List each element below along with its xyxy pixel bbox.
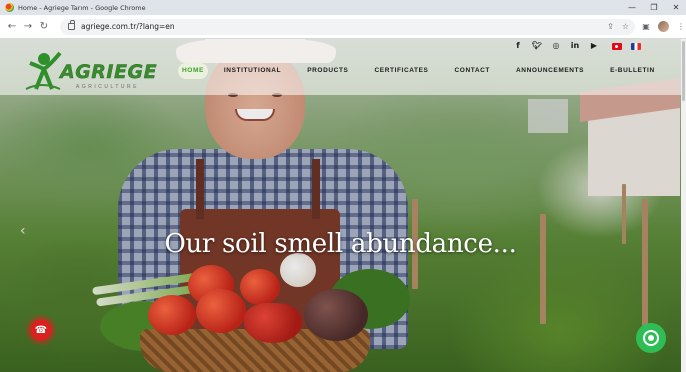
profile-avatar[interactable] xyxy=(658,21,669,32)
facebook-icon[interactable]: f xyxy=(513,41,523,51)
close-button[interactable]: ✕ xyxy=(670,2,682,13)
linkedin-icon[interactable]: in xyxy=(570,41,580,51)
nav-institutional[interactable]: INSTITUTIONAL xyxy=(224,63,281,79)
browser-titlebar: Home - Agriege Tarım - Google Chrome — ❐… xyxy=(0,0,686,15)
nav-products[interactable]: PRODUCTS xyxy=(307,63,348,79)
hero-caption: Our soil smell abundance... xyxy=(164,229,517,259)
browser-toolbar: ← → ↻ agriege.com.tr/?lang=en ⇪ ☆ ▣ ⋮ xyxy=(0,15,686,39)
share-icon[interactable]: ⇪ xyxy=(607,22,614,31)
nav-contact[interactable]: CONTACT xyxy=(455,63,491,79)
window-title: Home - Agriege Tarım - Google Chrome xyxy=(18,3,146,12)
menu-kebab-icon[interactable]: ⋮ xyxy=(676,22,686,32)
side-panel-icon[interactable]: ▣ xyxy=(641,22,651,32)
address-bar[interactable]: agriege.com.tr/?lang=en ⇪ ☆ xyxy=(60,18,635,35)
agriege-logo[interactable]: AGRIEGE AGRICULTURE xyxy=(24,45,164,95)
social-links: f 🐦︎ ◎ in ▶ xyxy=(513,41,641,51)
lock-icon[interactable] xyxy=(68,20,75,30)
nav-certificates[interactable]: CERTIFICATES xyxy=(374,63,428,79)
restore-button[interactable]: ❐ xyxy=(648,2,660,13)
whatsapp-icon xyxy=(643,330,659,346)
nav-e-bulletin[interactable]: E-BULLETIN xyxy=(610,63,655,79)
scrollbar-thumb[interactable] xyxy=(682,41,685,101)
window-controls: — ❐ ✕ xyxy=(626,2,682,13)
whatsapp-button[interactable] xyxy=(636,323,666,353)
call-button[interactable]: ☎ xyxy=(30,319,52,341)
phone-icon: ☎ xyxy=(34,324,48,336)
nav-announcements[interactable]: ANNOUNCEMENTS xyxy=(516,63,584,79)
fr-flag-icon[interactable] xyxy=(631,42,641,50)
leaf-figure-logo-icon xyxy=(25,51,62,90)
minimize-button[interactable]: — xyxy=(626,2,638,13)
logo-subtitle: AGRICULTURE xyxy=(76,84,139,90)
instagram-icon[interactable]: ◎ xyxy=(551,41,561,51)
forward-button[interactable]: → xyxy=(20,19,36,35)
site-header: AGRIEGE AGRICULTURE f 🐦︎ ◎ in ▶ HOME INS… xyxy=(0,39,681,95)
url-text[interactable]: agriege.com.tr/?lang=en xyxy=(81,22,175,31)
reload-button[interactable]: ↻ xyxy=(36,19,52,35)
logo-wordmark: AGRIEGE xyxy=(60,61,158,83)
page-viewport: AGRIEGE AGRICULTURE f 🐦︎ ◎ in ▶ HOME INS… xyxy=(0,39,686,372)
tr-flag-icon[interactable] xyxy=(612,42,622,50)
bookmark-star-icon[interactable]: ☆ xyxy=(622,22,629,31)
chrome-favicon-icon xyxy=(5,3,14,12)
back-button[interactable]: ← xyxy=(4,19,20,35)
youtube-icon[interactable]: ▶ xyxy=(589,41,599,51)
nav-home[interactable]: HOME xyxy=(178,63,208,79)
twitter-icon[interactable]: 🐦︎ xyxy=(532,41,542,51)
main-navigation: HOME INSTITUTIONAL PRODUCTS CERTIFICATES… xyxy=(178,63,655,79)
page-scrollbar[interactable] xyxy=(681,39,686,372)
